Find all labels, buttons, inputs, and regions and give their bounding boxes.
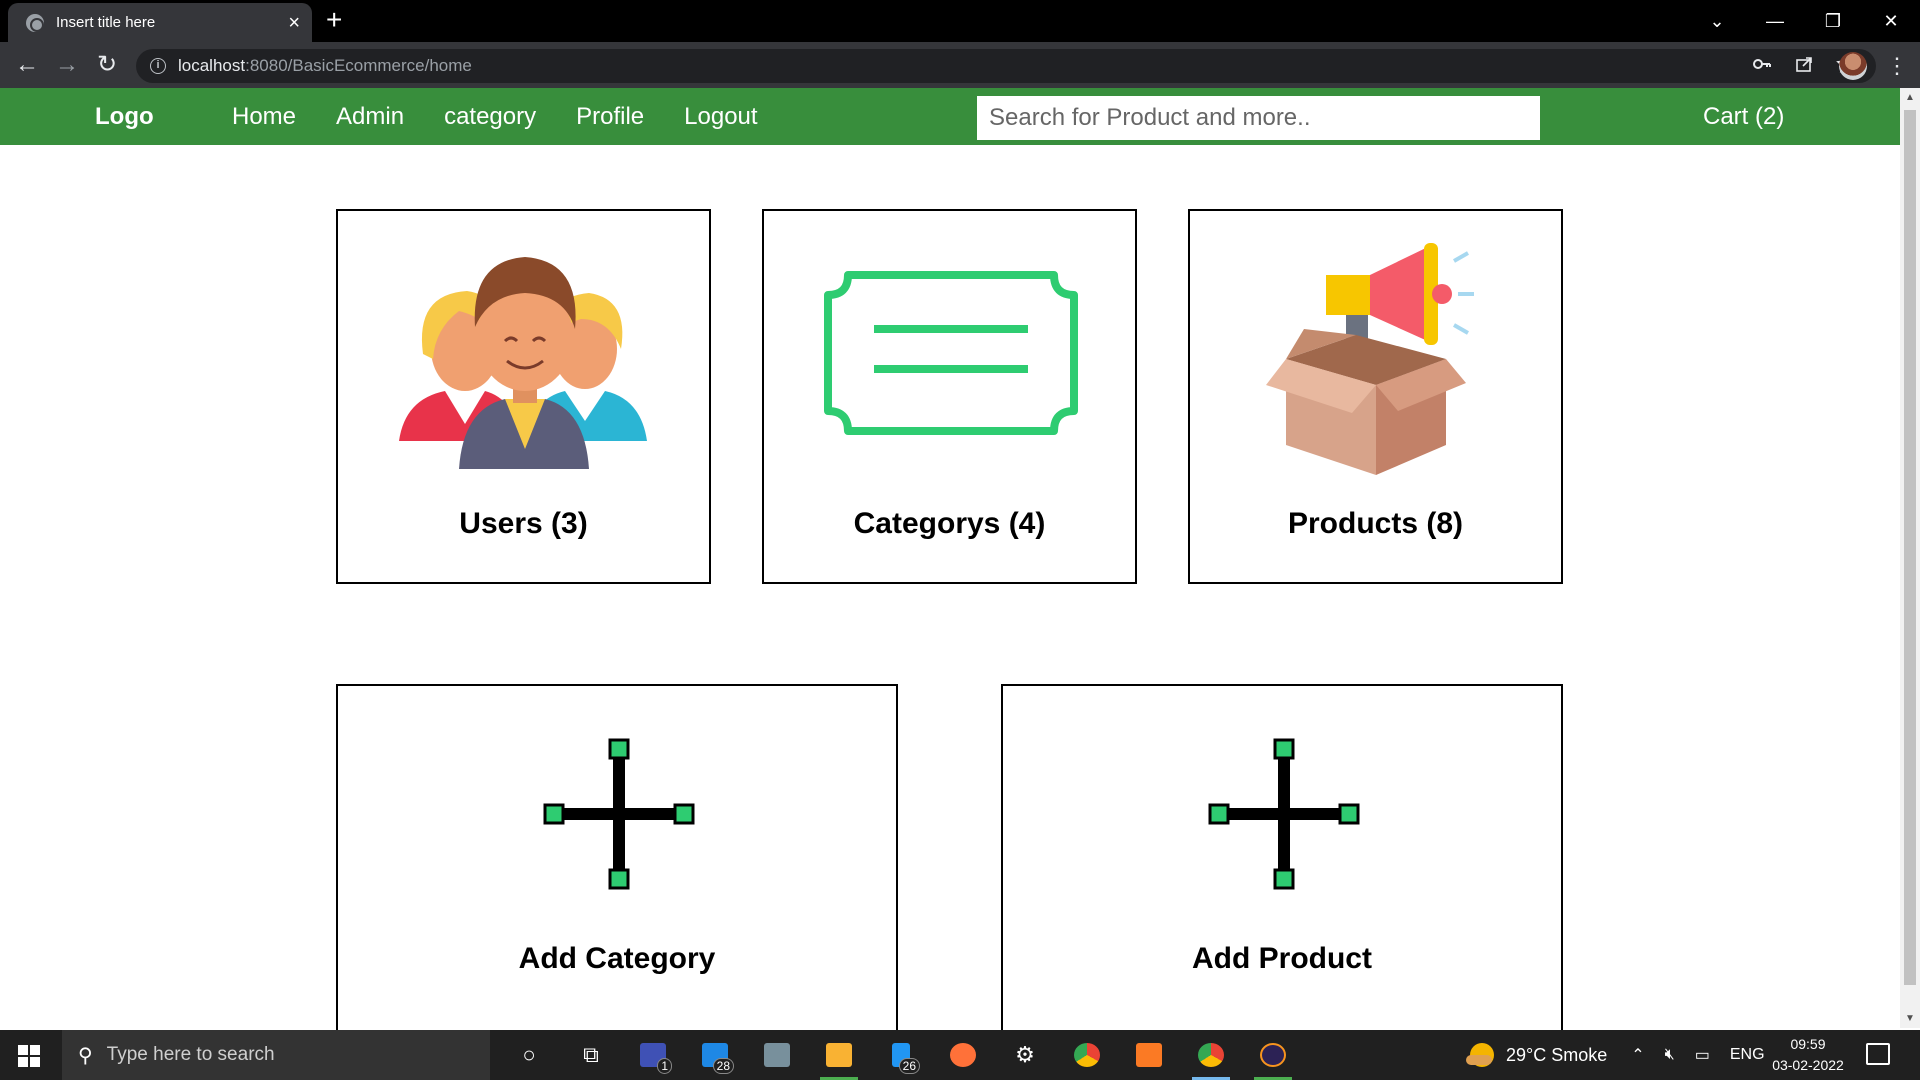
site-logo[interactable]: Logo xyxy=(95,103,154,131)
scrollbar-thumb[interactable] xyxy=(1904,110,1916,985)
cart-link[interactable]: Cart (2) xyxy=(1703,103,1784,131)
weather-text[interactable]: 29°C Smoke xyxy=(1506,1045,1607,1066)
clock-date: 03-02-2022 xyxy=(1772,1057,1844,1073)
product-box-megaphone-icon xyxy=(1266,243,1474,475)
taskbar-search-placeholder: Type here to search xyxy=(106,1044,275,1065)
products-card[interactable]: Products (8) xyxy=(1188,209,1563,584)
camera-icon[interactable] xyxy=(746,1030,808,1080)
clock-time: 09:59 xyxy=(1790,1036,1826,1052)
settings-icon[interactable]: ⚙ xyxy=(994,1030,1056,1080)
nav-profile[interactable]: Profile xyxy=(576,103,644,131)
battery-icon[interactable]: ▭ xyxy=(1695,1045,1710,1065)
notification-icon[interactable] xyxy=(1866,1043,1890,1065)
volume-muted-icon[interactable]: 🔇︎ xyxy=(1665,1046,1675,1064)
add-plus-icon xyxy=(543,738,695,890)
cortana-icon[interactable]: ○ xyxy=(498,1030,560,1080)
share-icon[interactable] xyxy=(1794,54,1814,79)
xampp-icon[interactable] xyxy=(1118,1030,1180,1080)
address-bar[interactable]: i localhost :8080/BasicEcommerce/home xyxy=(136,49,1876,83)
eclipse-icon[interactable] xyxy=(1242,1030,1304,1080)
clock[interactable]: 09:59 03-02-2022 xyxy=(1760,1034,1856,1076)
restore-icon[interactable]: ❐ xyxy=(1804,11,1862,32)
mail-badge: 28 xyxy=(712,1058,734,1074)
system-tray: 29°C Smoke ⌃ 🔇︎ ▭ ENG xyxy=(1466,1030,1785,1080)
key-icon[interactable] xyxy=(1752,54,1772,79)
tab-title: Insert title here xyxy=(56,14,156,31)
chrome-active-icon[interactable] xyxy=(1180,1030,1242,1080)
tab-close-icon[interactable]: × xyxy=(288,13,300,33)
add-category-label: Add Category xyxy=(518,942,716,975)
add-product-card[interactable]: Add Product xyxy=(1001,684,1563,1080)
site-info-icon[interactable]: i xyxy=(150,58,166,74)
browser-toolbar: ← → ↻ i localhost :8080/BasicEcommerce/h… xyxy=(0,42,1920,88)
scroll-down-icon[interactable]: ▼ xyxy=(1900,1013,1920,1024)
taskbar-apps: ○ ⧉ 1 28 26 ⚙ xyxy=(498,1030,1304,1080)
task-view-icon[interactable]: ⧉ xyxy=(560,1030,622,1080)
product-search-input[interactable] xyxy=(977,96,1540,140)
categories-card[interactable]: Categorys (4) xyxy=(762,209,1137,584)
users-card-label: Users (3) xyxy=(459,507,588,540)
nav-logout[interactable]: Logout xyxy=(684,103,757,131)
chrome-icon[interactable] xyxy=(1056,1030,1118,1080)
mail-icon[interactable]: 28 xyxy=(684,1030,746,1080)
url-host: localhost xyxy=(178,56,246,75)
browser-menu-icon[interactable]: ⋮ xyxy=(1886,52,1908,80)
nav-home[interactable]: Home xyxy=(232,103,296,131)
site-navbar: Logo Home Admin category Profile Logout … xyxy=(0,88,1900,145)
app-icon[interactable]: 1 xyxy=(622,1030,684,1080)
search-icon: ⚲ xyxy=(78,1044,93,1067)
category-tag-icon xyxy=(824,271,1078,435)
tray-chevron-icon[interactable]: ⌃ xyxy=(1631,1045,1644,1065)
add-category-card[interactable]: Add Category xyxy=(336,684,898,1080)
categories-card-label: Categorys (4) xyxy=(853,507,1046,540)
phone-link-icon[interactable]: 26 xyxy=(870,1030,932,1080)
nav-admin[interactable]: Admin xyxy=(336,103,404,131)
products-card-label: Products (8) xyxy=(1287,507,1464,540)
taskbar-search-box[interactable]: ⚲ Type here to search xyxy=(62,1030,490,1080)
main-nav: Home Admin category Profile Logout xyxy=(232,103,758,131)
browser-tab[interactable]: Insert title here × xyxy=(8,3,312,42)
minimize-icon[interactable]: — xyxy=(1746,11,1804,32)
weather-icon[interactable] xyxy=(1466,1043,1494,1067)
users-card[interactable]: Users (3) xyxy=(336,209,711,584)
scroll-up-icon[interactable]: ▲ xyxy=(1900,92,1920,103)
add-product-label: Add Product xyxy=(1192,942,1372,975)
tab-search-icon[interactable]: ⌄ xyxy=(1688,11,1746,32)
profile-avatar[interactable] xyxy=(1839,52,1867,80)
new-tab-icon[interactable]: + xyxy=(326,6,342,34)
file-explorer-icon[interactable] xyxy=(808,1030,870,1080)
nav-category[interactable]: category xyxy=(444,103,536,131)
users-group-icon xyxy=(399,257,647,469)
page-scrollbar[interactable]: ▲ ▼ xyxy=(1900,88,1920,1028)
windows-taskbar: ⚲ Type here to search ○ ⧉ 1 28 26 ⚙ 29°C… xyxy=(0,1030,1920,1080)
close-window-icon[interactable]: ✕ xyxy=(1862,11,1920,32)
app-badge: 1 xyxy=(657,1058,672,1074)
phone-badge: 26 xyxy=(898,1058,920,1074)
forward-icon[interactable]: → xyxy=(52,50,82,80)
back-icon[interactable]: ← xyxy=(12,50,42,80)
browser-tab-strip: Insert title here × + ⌄ — ❐ ✕ xyxy=(0,0,1920,42)
url-path: :8080/BasicEcommerce/home xyxy=(245,56,472,75)
globe-icon xyxy=(26,13,44,32)
firefox-icon[interactable] xyxy=(932,1030,994,1080)
windows-start-icon[interactable] xyxy=(18,1045,40,1067)
reload-icon[interactable]: ↻ xyxy=(92,50,122,80)
window-controls: ⌄ — ❐ ✕ xyxy=(1688,0,1920,42)
add-plus-icon xyxy=(1208,738,1360,890)
